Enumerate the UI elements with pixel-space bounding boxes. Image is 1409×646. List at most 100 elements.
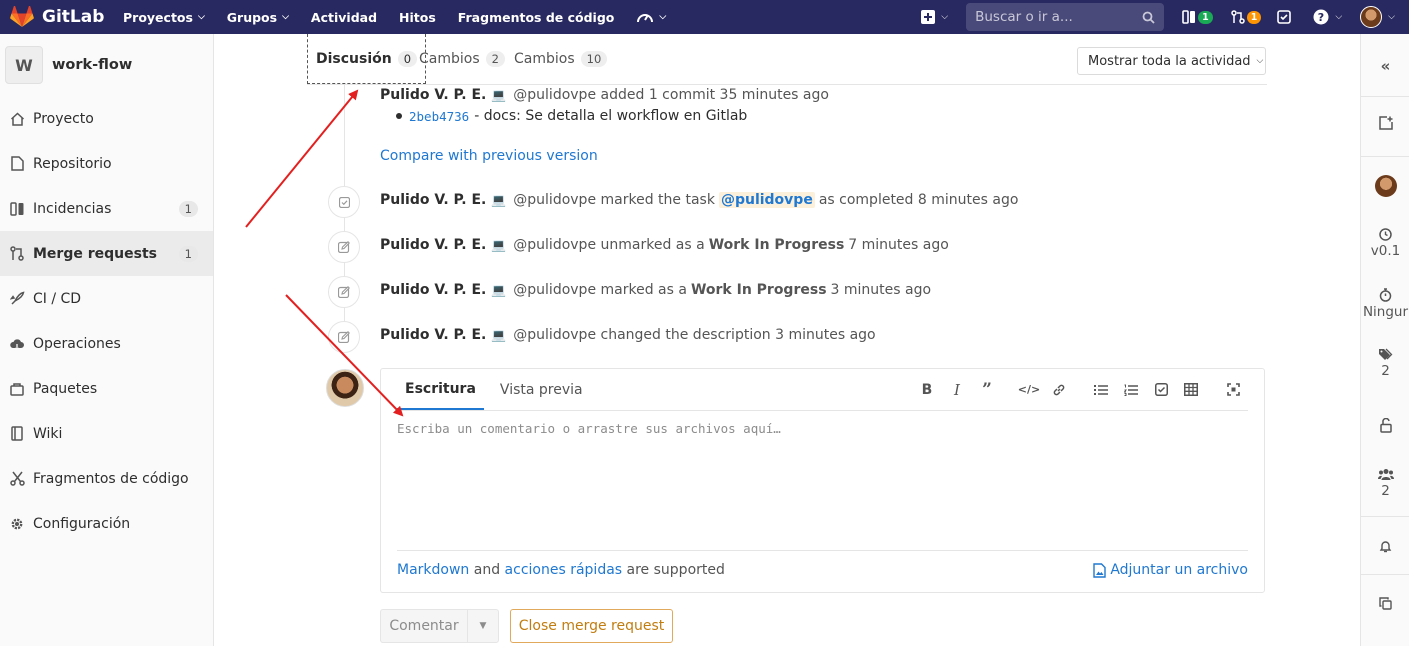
svg-text:?: ? <box>1318 11 1324 24</box>
assignee-avatar[interactable] <box>1361 175 1409 197</box>
notifications-toggle[interactable] <box>1361 540 1409 553</box>
table-button[interactable] <box>1176 375 1206 405</box>
current-user-avatar[interactable] <box>326 369 364 407</box>
comment-type-dropdown[interactable]: ▼ <box>467 609 499 643</box>
participants-item[interactable]: 2 <box>1361 468 1409 499</box>
task-done-icon <box>328 186 360 218</box>
tab-discussion[interactable]: Discusión 0 <box>307 34 427 84</box>
sidebar-item-merge-requests[interactable]: Merge requests 1 <box>0 231 213 276</box>
time-tracking-value: Ningur <box>1362 304 1409 320</box>
markdown-hint-and: and <box>473 562 501 578</box>
nav-snippets[interactable]: Fragmentos de código <box>458 10 615 25</box>
search-input[interactable]: Buscar o ir a... <box>966 3 1165 31</box>
todo-add-button[interactable] <box>1361 116 1409 130</box>
note-text: marked the task <box>600 192 715 208</box>
search-placeholder: Buscar o ir a... <box>975 9 1073 25</box>
sidebar-item-packages[interactable]: Paquetes <box>0 366 213 411</box>
time-tracking-item[interactable]: Ningur <box>1361 288 1409 320</box>
commit-sha-link[interactable]: 2beb4736 <box>409 109 469 124</box>
comment-textarea[interactable] <box>397 411 1248 549</box>
labels-item[interactable]: 2 <box>1361 348 1409 379</box>
nav-groups-label: Grupos <box>226 9 278 25</box>
milestone-item[interactable]: v0.1 <box>1361 228 1409 259</box>
mr-shortcut[interactable]: 1 <box>1230 10 1262 24</box>
note-author[interactable]: Pulido V. P. E. <box>380 87 486 103</box>
tab-changes[interactable]: Cambios 10 <box>514 34 608 84</box>
note-handle[interactable]: @pulidovpe <box>513 192 596 208</box>
markdown-help-link[interactable]: Markdown <box>397 562 469 578</box>
bullet-list-button[interactable] <box>1086 375 1116 405</box>
copy-reference-button[interactable] <box>1361 597 1409 610</box>
participants-count: 2 <box>1381 483 1390 499</box>
comment-form: Escritura Vista previa B I ” </> Escriba… <box>380 368 1265 593</box>
tab-write[interactable]: Escritura <box>397 369 484 410</box>
double-chevron-left-icon: « <box>1380 57 1391 75</box>
note-handle[interactable]: @pulidovpe <box>513 237 596 253</box>
issues-shortcut[interactable]: 1 <box>1182 10 1213 24</box>
note-author[interactable]: Pulido V. P. E. <box>380 282 486 298</box>
nav-projects[interactable]: Proyectos ⌵ <box>123 10 205 25</box>
italic-button[interactable]: I <box>942 375 972 405</box>
collapse-sidebar-button[interactable]: « <box>1361 57 1409 75</box>
sidebar-item-snippets[interactable]: Fragmentos de código <box>0 456 213 501</box>
user-menu[interactable]: ⌵ <box>1360 6 1395 28</box>
chevron-down-icon: ⌵ <box>1256 56 1264 66</box>
fullscreen-button[interactable] <box>1218 375 1248 405</box>
close-merge-request-button[interactable]: Close merge request <box>510 609 673 643</box>
link-button[interactable] <box>1044 375 1074 405</box>
laptop-icon: 💻 <box>491 193 507 207</box>
tab-commits[interactable]: Cambios 2 <box>419 34 505 84</box>
tab-preview[interactable]: Vista previa <box>500 369 583 410</box>
todos-shortcut[interactable] <box>1277 10 1292 24</box>
tab-commits-count: 2 <box>485 51 505 67</box>
tab-changes-label: Cambios <box>514 51 575 67</box>
sidebar-item-repository[interactable]: Repositorio <box>0 141 213 186</box>
quick-actions-link[interactable]: acciones rápidas <box>505 562 623 578</box>
sidebar-item-project[interactable]: Proyecto <box>0 96 213 141</box>
note-handle[interactable]: @pulidovpe <box>513 282 596 298</box>
sidebar-item-ci-cd[interactable]: CI / CD <box>0 276 213 321</box>
comment-button[interactable]: Comentar <box>380 609 468 643</box>
note-author[interactable]: Pulido V. P. E. <box>380 192 486 208</box>
activity-filter-dropdown[interactable]: Mostrar toda la actividad ⌵ <box>1077 47 1266 75</box>
compare-previous-version-link[interactable]: Compare with previous version <box>380 148 598 164</box>
new-item-dropdown[interactable]: ⌵ <box>921 10 948 24</box>
sidebar-item-operations[interactable]: Operaciones <box>0 321 213 366</box>
assignee-avatar-image <box>1374 175 1397 197</box>
code-button[interactable]: </> <box>1014 375 1044 405</box>
note-handle[interactable]: @pulidovpe <box>513 327 596 343</box>
task-list-button[interactable] <box>1146 375 1176 405</box>
brand[interactable]: GitLab <box>10 6 110 28</box>
sidebar-item-issues[interactable]: Incidencias 1 <box>0 186 213 231</box>
merge-request-icon <box>1230 10 1245 24</box>
note-text: 3 minutes ago <box>830 282 932 298</box>
numbered-list-button[interactable] <box>1116 375 1146 405</box>
mr-count-badge: 1 <box>1246 10 1262 24</box>
plus-square-icon <box>921 10 936 24</box>
note-author[interactable]: Pulido V. P. E. <box>380 237 486 253</box>
user-mention[interactable]: @pulidovpe <box>718 192 815 208</box>
sidebar-divider <box>1361 516 1409 517</box>
nav-performance[interactable]: ⌵ <box>636 9 666 25</box>
project-header[interactable]: W work-flow <box>0 34 213 96</box>
chevron-down-icon: ⌵ <box>659 12 667 22</box>
lock-discussion-item[interactable] <box>1361 418 1409 433</box>
note-author[interactable]: Pulido V. P. E. <box>380 327 486 343</box>
nav-groups[interactable]: Grupos ⌵ <box>227 10 289 25</box>
todo-check-icon <box>1277 10 1292 24</box>
sidebar-item-wiki[interactable]: Wiki <box>0 411 213 456</box>
quote-button[interactable]: ” <box>972 375 1002 405</box>
sidebar-divider <box>1361 156 1409 157</box>
bold-button[interactable]: B <box>912 375 942 405</box>
chevron-down-icon: ⌵ <box>282 12 289 22</box>
sidebar-item-settings[interactable]: Configuración <box>0 501 213 546</box>
code-icon: </> <box>1017 383 1041 396</box>
nav-milestones[interactable]: Hitos <box>399 10 436 25</box>
help-dropdown[interactable]: ? ⌵ <box>1313 9 1342 25</box>
attach-file-button[interactable]: Adjuntar un archivo <box>1093 562 1248 578</box>
gear-icon <box>9 516 25 532</box>
nav-activity[interactable]: Actividad <box>311 10 377 25</box>
note-handle[interactable]: @pulidovpe <box>513 87 596 103</box>
laptop-icon: 💻 <box>491 328 507 342</box>
note-strong-text: Work In Progress <box>708 237 845 253</box>
